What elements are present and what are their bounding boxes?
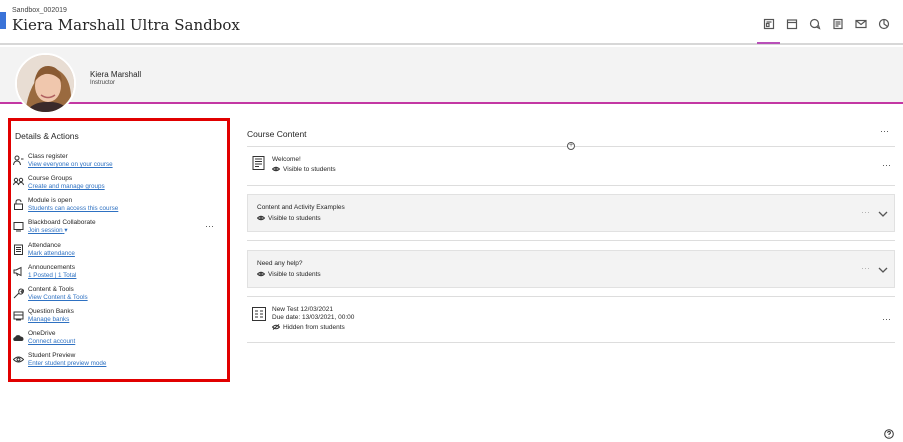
detail-content-tools: Content & Tools View Content & Tools — [13, 286, 218, 308]
collaborate-more-button[interactable]: ··· — [205, 221, 214, 231]
onedrive-link[interactable]: Connect account — [28, 338, 75, 345]
folder-content-examples[interactable]: Content and Activity Examples Visible to… — [247, 194, 895, 232]
gradebook-icon[interactable] — [826, 18, 849, 44]
detail-title: Content & Tools — [28, 286, 74, 293]
detail-title: Class register — [28, 153, 68, 160]
avatar — [15, 53, 76, 114]
instructor-name[interactable]: Kiera Marshall — [90, 70, 141, 79]
detail-collaborate: Blackboard Collaborate Join session ▾ ··… — [13, 219, 218, 241]
instructor-role: Instructor — [90, 80, 116, 86]
wrench-icon — [13, 288, 25, 300]
chevron-down-icon[interactable] — [878, 210, 888, 218]
detail-title: Blackboard Collaborate — [28, 219, 96, 226]
divider — [247, 185, 895, 186]
divider — [247, 296, 895, 297]
megaphone-icon — [13, 266, 25, 278]
lock-open-icon — [13, 199, 25, 211]
messages-icon[interactable] — [849, 18, 872, 44]
due-date: Due date: 13/03/2021, 00:00 — [272, 314, 355, 321]
detail-title: Announcements — [28, 264, 75, 271]
visibility-status[interactable]: Hidden from students — [271, 324, 345, 331]
add-content-button[interactable]: + — [567, 142, 575, 150]
help-icon[interactable] — [884, 429, 894, 439]
eye-icon — [256, 271, 266, 277]
side-menu-tab[interactable] — [0, 12, 6, 29]
item-more-button[interactable]: ··· — [882, 314, 891, 324]
folder-title[interactable]: Content and Activity Examples — [257, 204, 345, 211]
course-title: Kiera Marshall Ultra Sandbox — [12, 16, 240, 34]
module-open-link[interactable]: Students can access this course — [28, 205, 118, 212]
detail-course-groups: Course Groups Create and manage groups — [13, 175, 218, 197]
detail-title: Question Banks — [28, 308, 74, 315]
detail-student-preview: Student Preview Enter student preview mo… — [12, 352, 218, 374]
question-bank-icon — [13, 310, 25, 322]
course-content-more-button[interactable]: ··· — [880, 126, 889, 136]
detail-module-open: Module is open Students can access this … — [13, 197, 218, 219]
student-preview-link[interactable]: Enter student preview mode — [28, 360, 106, 367]
cloud-icon — [13, 332, 25, 344]
chevron-down-icon[interactable] — [878, 266, 888, 274]
attendance-icon — [13, 244, 25, 256]
detail-title: Attendance — [28, 242, 61, 249]
discussions-icon[interactable] — [803, 18, 826, 44]
join-session-link[interactable]: Join session ▾ — [28, 227, 68, 234]
detail-title: Course Groups — [28, 175, 73, 182]
course-nav — [757, 18, 895, 44]
test-icon — [251, 306, 267, 322]
announcements-link[interactable]: 1 Posted | 1 Total — [28, 272, 76, 279]
course-code: Sandbox_002019 — [12, 7, 67, 14]
course-header: Sandbox_002019 Kiera Marshall Ultra Sand… — [0, 0, 903, 45]
calendar-icon[interactable] — [780, 18, 803, 44]
divider — [247, 240, 895, 241]
content-item-new-test[interactable]: New Test 12/03/2021 Due date: 13/03/2021… — [247, 304, 895, 338]
folder-need-help[interactable]: Need any help? Visible to students ··· — [247, 250, 895, 288]
detail-title: OneDrive — [28, 330, 56, 337]
item-title[interactable]: Welcome! — [272, 156, 301, 163]
course-content-title: Course Content — [247, 129, 307, 139]
visibility-label: Hidden from students — [283, 324, 345, 331]
item-more-button[interactable]: ··· — [882, 160, 891, 170]
document-icon — [251, 155, 267, 171]
content-icon[interactable] — [757, 18, 780, 44]
question-banks-link[interactable]: Manage banks — [28, 316, 69, 323]
eye-icon — [12, 354, 25, 366]
detail-class-register: Class register View everyone on your cou… — [13, 153, 218, 175]
course-groups-link[interactable]: Create and manage groups — [28, 183, 105, 190]
visibility-status[interactable]: Visible to students — [256, 271, 321, 278]
detail-question-banks: Question Banks Manage banks — [13, 308, 218, 330]
detail-announcements: Announcements 1 Posted | 1 Total — [13, 264, 218, 286]
folder-more-button[interactable]: ··· — [861, 263, 870, 273]
collaborate-icon — [13, 221, 25, 233]
class-register-icon — [13, 155, 25, 167]
visibility-status[interactable]: Visible to students — [256, 215, 321, 222]
visibility-label: Visible to students — [268, 215, 321, 222]
details-actions-panel: Details & Actions Class register View ev… — [8, 118, 230, 382]
chevron-down-icon: ▾ — [64, 227, 68, 234]
folder-more-button[interactable]: ··· — [861, 207, 870, 217]
visibility-label: Visible to students — [283, 166, 336, 173]
join-session-label: Join session — [28, 227, 63, 234]
detail-title: Student Preview — [28, 352, 76, 359]
visibility-label: Visible to students — [268, 271, 321, 278]
detail-title: Module is open — [28, 197, 73, 204]
content-tools-link[interactable]: View Content & Tools — [28, 294, 88, 301]
divider — [247, 342, 895, 343]
content-item-welcome[interactable]: Welcome! Visible to students ··· — [247, 153, 895, 181]
folder-title[interactable]: Need any help? — [257, 260, 303, 267]
groups-icon — [13, 177, 25, 189]
eye-off-icon — [271, 324, 281, 331]
eye-icon — [256, 215, 266, 221]
analytics-icon[interactable] — [872, 18, 895, 44]
detail-attendance: Attendance Mark attendance — [13, 242, 218, 264]
attendance-link[interactable]: Mark attendance — [28, 250, 75, 257]
visibility-status[interactable]: Visible to students — [271, 166, 336, 173]
details-title: Details & Actions — [15, 131, 79, 141]
detail-onedrive: OneDrive Connect account — [13, 330, 218, 352]
class-register-link[interactable]: View everyone on your course — [28, 161, 113, 168]
eye-icon — [271, 166, 281, 172]
item-title[interactable]: New Test 12/03/2021 — [272, 306, 333, 313]
